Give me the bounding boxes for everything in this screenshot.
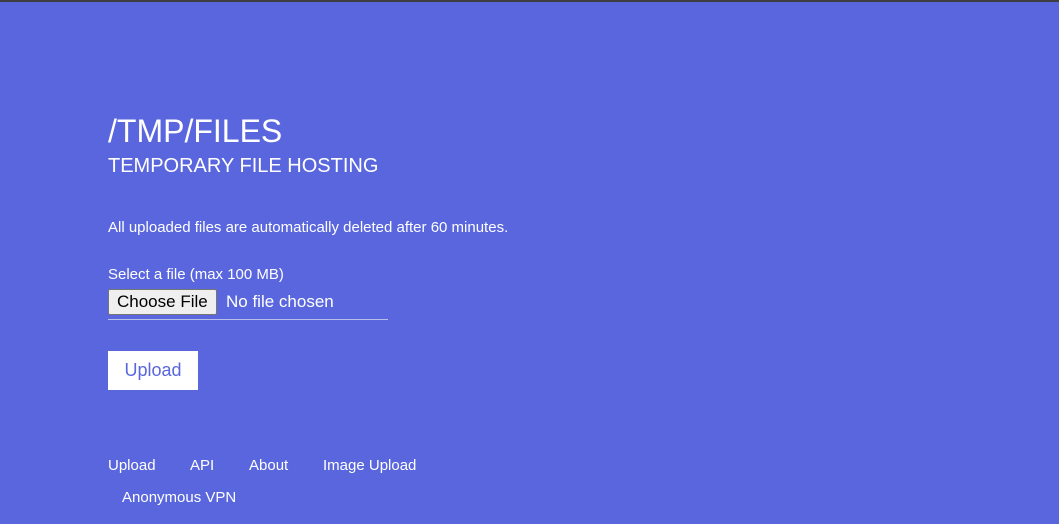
choose-file-button[interactable]: Choose File [108,289,217,315]
footer-link-api[interactable]: API [190,457,214,475]
window-top-edge [0,0,1059,2]
file-input-label: Select a file (max 100 MB) [108,266,284,283]
footer-link-about[interactable]: About [249,457,288,475]
site-title: /TMP/FILES [108,113,283,149]
file-picker[interactable]: Choose File No file chosen [108,287,388,320]
site-subtitle: TEMPORARY FILE HOSTING [108,155,379,177]
footer-link-upload[interactable]: Upload [108,457,156,475]
retention-notice: All uploaded files are automatically del… [108,219,509,236]
footer-link-image-upload[interactable]: Image Upload [323,457,416,475]
upload-button[interactable]: Upload [108,351,198,390]
file-status-text: No file chosen [226,292,334,311]
footer-link-anonymous-vpn[interactable]: Anonymous VPN [122,489,236,507]
